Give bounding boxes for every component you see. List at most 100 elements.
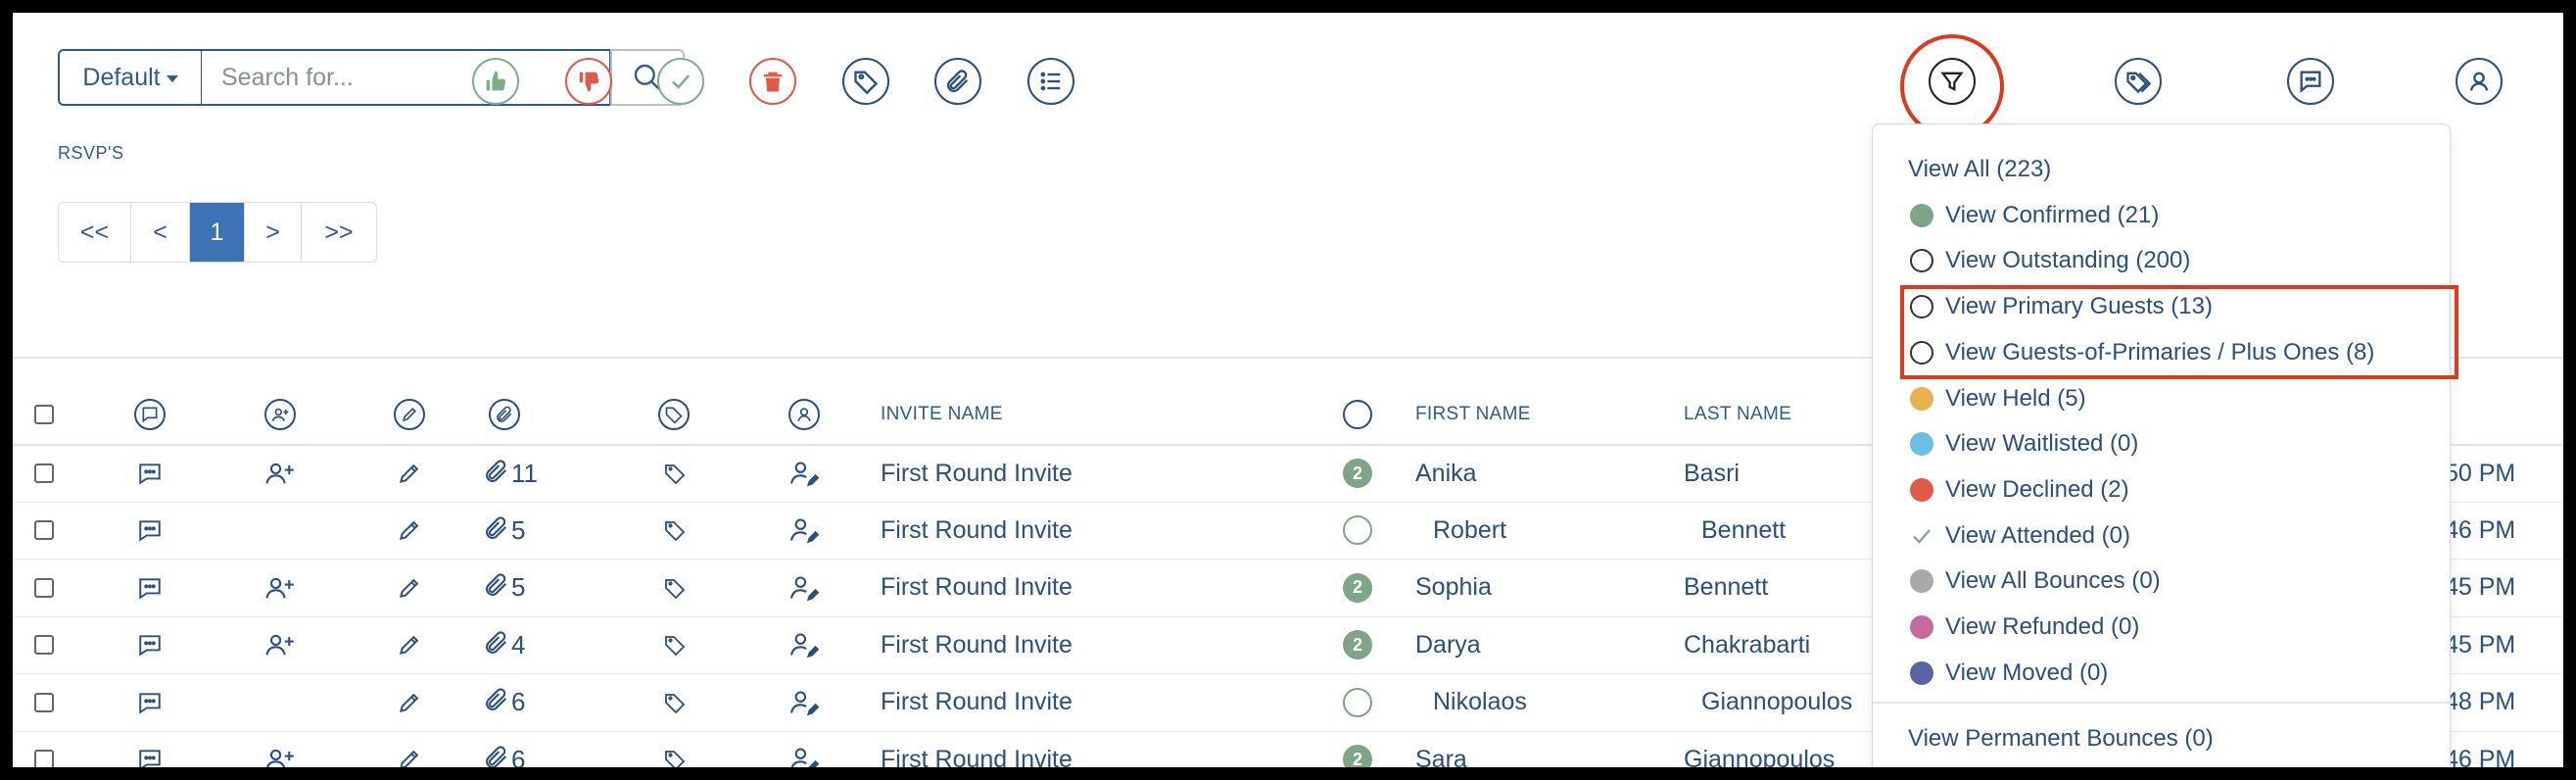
comment-icon[interactable] (137, 674, 163, 731)
page-prev-button[interactable]: < (131, 203, 190, 262)
filter-item-label: View Permanent Bounces (0) (1908, 725, 2214, 752)
row-checkbox[interactable] (34, 635, 54, 656)
invite-name-link[interactable]: First Round Invite (881, 445, 1073, 502)
decline-button[interactable] (565, 58, 612, 105)
invite-name-link[interactable]: First Round Invite (881, 731, 1073, 768)
tag-icon[interactable] (663, 445, 687, 502)
attachment-count: 6 (511, 687, 526, 717)
last-name-link[interactable]: Bennett (1684, 560, 1768, 616)
filter-item[interactable]: View All Bounces (0) (1910, 561, 2161, 601)
row-checkbox[interactable] (34, 577, 54, 598)
tag-icon[interactable] (663, 502, 687, 559)
last-name-link[interactable]: Giannopoulos (1701, 674, 1852, 731)
filter-item[interactable]: View Declined (2) (1910, 470, 2129, 510)
tag-icon[interactable] (663, 616, 687, 673)
last-name-header[interactable]: LAST NAME (1684, 385, 1791, 444)
invite-name-link[interactable]: First Round Invite (881, 674, 1073, 731)
view-select-button[interactable]: Default (58, 49, 203, 106)
attachments-link[interactable]: 6 (483, 674, 525, 731)
add-guest-icon[interactable] (263, 616, 295, 673)
user-edit-icon[interactable] (788, 560, 822, 616)
attachments-link[interactable]: 6 (483, 731, 525, 767)
row-checkbox[interactable] (34, 463, 54, 483)
comment-icon[interactable] (137, 502, 163, 559)
invite-name-header[interactable]: INVITE NAME (881, 385, 1003, 444)
tag-button[interactable] (842, 58, 889, 105)
filter-item[interactable]: View Waitlisted (0) (1910, 424, 2138, 463)
last-name-link[interactable]: Giannopoulos (1684, 731, 1835, 768)
edit-icon[interactable] (397, 445, 422, 502)
comment-icon[interactable] (137, 560, 163, 616)
attachments-link[interactable]: 11 (483, 445, 538, 502)
user-button[interactable] (2456, 58, 2503, 105)
attachments-link[interactable]: 4 (483, 616, 525, 673)
search-input[interactable] (202, 49, 611, 106)
paperclip-icon (483, 744, 510, 767)
first-name-link[interactable]: Sara (1415, 731, 1467, 768)
delete-button[interactable] (749, 58, 796, 105)
comment-icon[interactable] (137, 731, 163, 767)
user-edit-icon[interactable] (788, 445, 822, 502)
attach-button[interactable] (934, 58, 981, 105)
user-edit-icon[interactable] (788, 502, 822, 559)
add-guest-icon[interactable] (263, 731, 295, 767)
row-checkbox[interactable] (34, 520, 54, 541)
page-current-button[interactable]: 1 (190, 203, 245, 262)
first-name-header[interactable]: FIRST NAME (1415, 385, 1531, 444)
status-dot-icon (1910, 477, 1933, 502)
filter-item[interactable]: View Held (5) (1910, 379, 2086, 418)
filter-item-label: View Outstanding (200) (1945, 247, 2191, 274)
tags-button[interactable] (2115, 58, 2162, 105)
add-guest-icon[interactable] (263, 445, 295, 502)
tag-icon[interactable] (663, 674, 687, 731)
add-guest-icon[interactable] (263, 560, 295, 616)
tag-icon[interactable] (663, 731, 687, 767)
thumbs-up-icon (486, 71, 506, 91)
filter-item[interactable]: View All (223) (1908, 150, 2051, 189)
invite-name-link[interactable]: First Round Invite (881, 502, 1073, 559)
first-name-link[interactable]: Robert (1433, 502, 1506, 559)
edit-icon[interactable] (397, 674, 422, 731)
last-name-link[interactable]: Basri (1684, 445, 1740, 502)
tag-icon[interactable] (663, 560, 687, 616)
invite-name-link[interactable]: First Round Invite (881, 560, 1073, 616)
filter-item[interactable]: View Refunded (0) (1910, 608, 2139, 647)
comment-button[interactable] (2287, 58, 2334, 105)
attachments-link[interactable]: 5 (483, 560, 525, 616)
attachments-link[interactable]: 5 (483, 502, 525, 559)
edit-icon[interactable] (397, 502, 422, 559)
user-edit-icon[interactable] (788, 731, 822, 767)
first-name-link[interactable]: Nikolaos (1433, 674, 1527, 731)
first-name-link[interactable]: Sophia (1415, 560, 1492, 616)
comment-icon[interactable] (137, 616, 163, 673)
confirm-button[interactable] (472, 58, 519, 105)
mark-attended-button[interactable] (657, 58, 704, 105)
row-checkbox[interactable] (34, 750, 54, 767)
edit-icon[interactable] (397, 616, 422, 673)
check-icon (671, 74, 691, 89)
page-next-button[interactable]: > (245, 203, 302, 262)
first-name-link[interactable]: Anika (1415, 445, 1477, 502)
last-name-link[interactable]: Chakrabarti (1684, 616, 1810, 673)
last-name-link[interactable]: Bennett (1701, 502, 1786, 559)
filter-item[interactable]: View Attended (0) (1910, 516, 2130, 556)
user-edit-icon[interactable] (788, 616, 822, 673)
chevron-down-icon (166, 75, 178, 82)
page-first-button[interactable]: << (59, 203, 131, 262)
first-name-link[interactable]: Darya (1415, 616, 1481, 673)
row-checkbox[interactable] (34, 692, 54, 712)
select-all-checkbox[interactable] (34, 405, 54, 424)
filter-item[interactable]: View Outstanding (200) (1910, 241, 2190, 280)
edit-icon[interactable] (397, 731, 422, 767)
page-last-button[interactable]: >> (302, 203, 376, 262)
invite-name-link[interactable]: First Round Invite (881, 616, 1073, 673)
filter-item[interactable]: View Moved (0) (1910, 654, 2108, 693)
highlight-box (1900, 285, 2458, 379)
list-button[interactable] (1027, 58, 1074, 105)
comment-column-icon (134, 399, 166, 430)
edit-icon[interactable] (397, 560, 422, 616)
comment-icon[interactable] (137, 445, 163, 502)
filter-item[interactable]: View Confirmed (21) (1910, 196, 2159, 235)
user-edit-icon[interactable] (788, 674, 822, 731)
filter-permanent-bounces[interactable]: View Permanent Bounces (0) (1908, 719, 2214, 758)
